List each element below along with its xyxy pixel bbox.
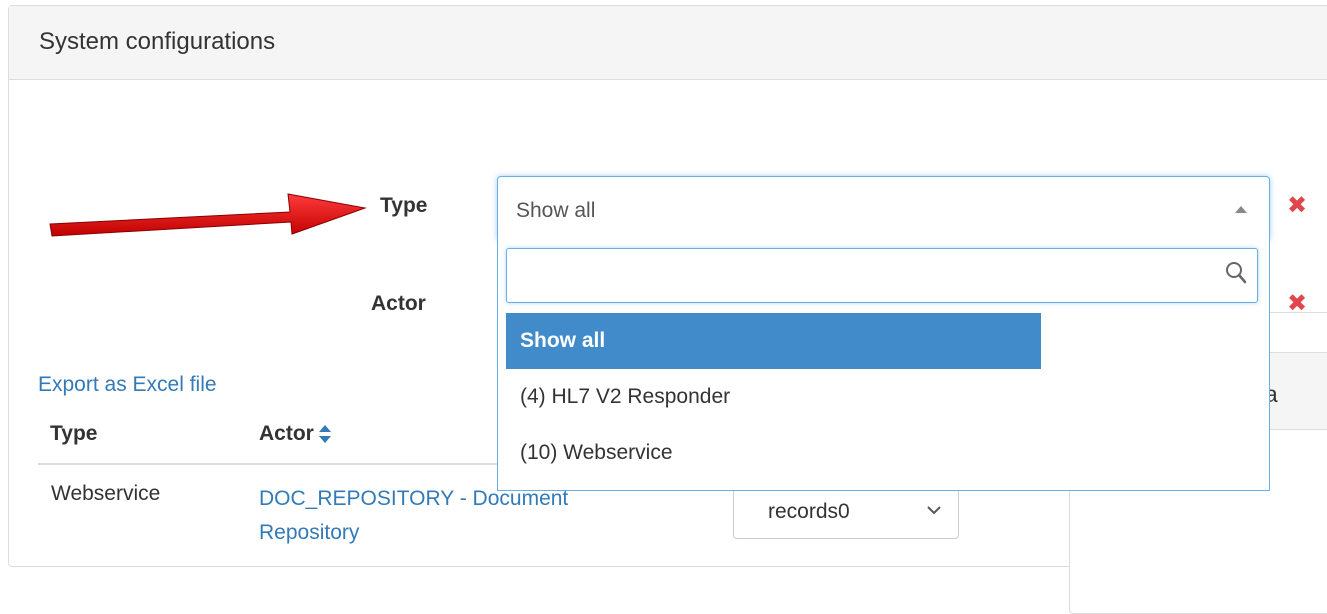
clear-type-close-icon[interactable]: ✖: [1287, 191, 1307, 220]
column-header-actor[interactable]: Actor: [259, 422, 332, 446]
column-header-actor-label: Actor: [259, 422, 314, 445]
dropdown-search-input[interactable]: [507, 249, 1207, 302]
search-icon: [1226, 262, 1247, 284]
sort-icon: [318, 425, 331, 444]
type-select-value: Show all: [516, 199, 596, 222]
dropdown-search: [506, 248, 1258, 303]
dropdown-option-hl7-v2-responder[interactable]: (4) HL7 V2 Responder: [506, 369, 1041, 425]
column-header-type[interactable]: Type: [50, 422, 97, 446]
type-select[interactable]: Show all: [497, 176, 1270, 240]
row-actor-line2: Repository: [259, 521, 360, 544]
row-type-cell: Webservice: [51, 482, 161, 505]
actor-filter-label: Actor: [371, 292, 426, 315]
export-excel-link[interactable]: Export as Excel file: [38, 373, 217, 397]
dropdown-option-webservice[interactable]: (10) Webservice: [506, 425, 1041, 481]
type-filter-label: Type: [380, 194, 428, 217]
dropdown-option-show-all[interactable]: Show all: [506, 313, 1041, 369]
records-select-value: records0: [768, 500, 850, 523]
records-select[interactable]: records0: [733, 483, 959, 539]
row-actor-link[interactable]: DOC_REPOSITORY - Document Repository: [259, 482, 568, 550]
annotation-arrow-icon: [49, 193, 367, 237]
panel-title: System configurations: [9, 6, 1327, 80]
chevron-down-icon: [927, 506, 941, 515]
caret-up-icon: [1235, 206, 1247, 213]
type-dropdown: Show all (4) HL7 V2 Responder (10) Webse…: [497, 238, 1270, 491]
